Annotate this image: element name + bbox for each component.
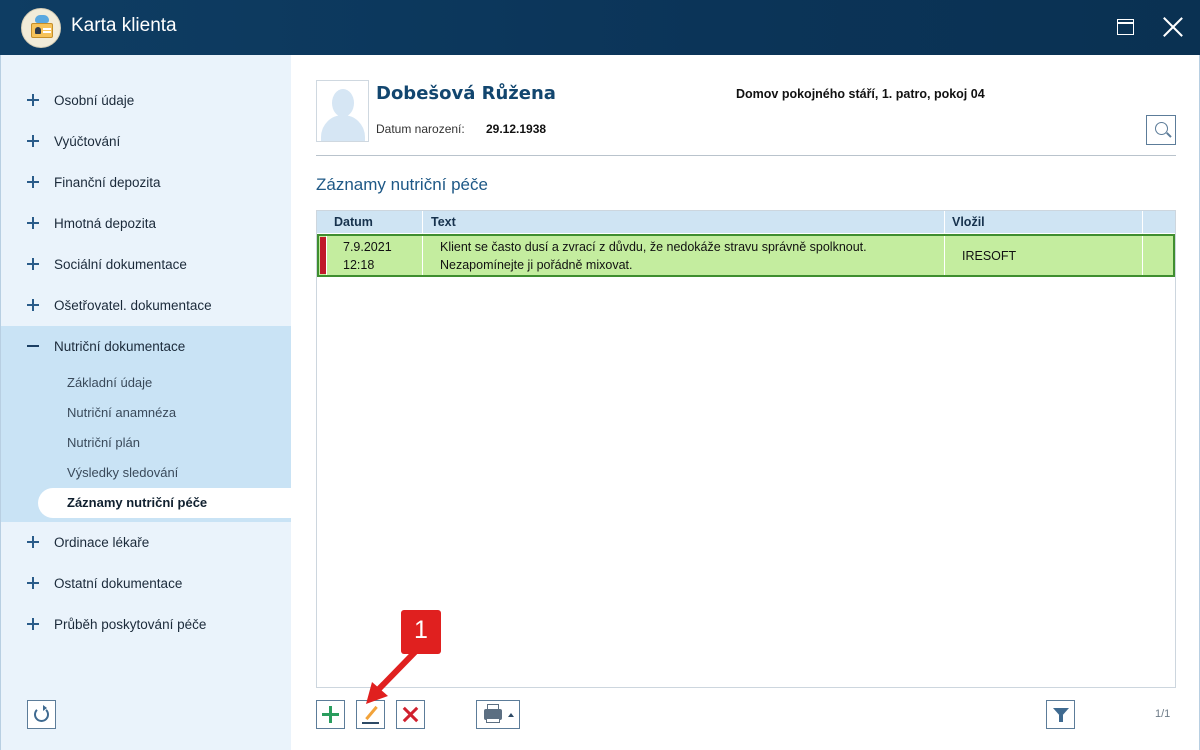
close-icon[interactable] xyxy=(1162,16,1184,38)
add-button[interactable] xyxy=(316,700,345,729)
plus-icon xyxy=(27,217,39,229)
window-title: Karta klienta xyxy=(71,15,177,36)
sidebar-item-ostatni-dokumentace[interactable]: Ostatní dokumentace xyxy=(1,564,292,604)
sidebar-item-label: Ostatní dokumentace xyxy=(54,576,183,591)
grid-header: Datum Text Vložil xyxy=(317,211,1175,233)
sidebar-item-prubeh-poskytovani-pece[interactable]: Průběh poskytování péče xyxy=(1,605,292,645)
table-row[interactable]: 7.9.2021 12:18 Klient se často dusí a zv… xyxy=(317,234,1175,277)
plus-icon xyxy=(27,135,39,147)
row-date: 7.9.2021 xyxy=(343,240,392,254)
refresh-button[interactable] xyxy=(27,700,56,729)
records-grid: Datum Text Vložil 7.9.2021 12:18 Klient … xyxy=(316,210,1176,688)
sidebar-item-label: Hmotná depozita xyxy=(54,216,157,231)
sidebar-item-label: Vyúčtování xyxy=(54,134,121,149)
divider xyxy=(316,155,1176,156)
sidebar-item-financni-depozita[interactable]: Finanční depozita xyxy=(1,163,292,203)
client-photo-placeholder xyxy=(316,80,369,142)
maximize-icon[interactable] xyxy=(1117,19,1134,35)
sidebar-item-osobni-udaje[interactable]: Osobní údaje xyxy=(1,81,292,121)
sidebar-item-nutricni-dokumentace[interactable]: Nutriční dokumentace xyxy=(1,327,292,367)
plus-icon xyxy=(27,258,39,270)
plus-icon xyxy=(27,618,39,630)
column-header-datum[interactable]: Datum xyxy=(334,211,373,233)
row-text-line1: Klient se často dusí a zvrací z důvdu, ž… xyxy=(440,240,867,254)
plus-icon xyxy=(27,577,39,589)
sidebar-subitem-vysledky-sledovani[interactable]: Výsledky sledování xyxy=(67,465,178,480)
client-location: Domov pokojného stáří, 1. patro, pokoj 0… xyxy=(736,87,985,101)
plus-icon xyxy=(27,299,39,311)
row-author: IRESOFT xyxy=(962,249,1017,263)
sidebar-subitem-nutricni-anamneza[interactable]: Nutriční anamnéza xyxy=(67,405,176,420)
sidebar-item-vyuctovani[interactable]: Vyúčtování xyxy=(1,122,292,162)
sidebar-subitem-zakladni-udaje[interactable]: Základní údaje xyxy=(67,375,152,390)
sidebar-item-hmotna-depozita[interactable]: Hmotná depozita xyxy=(1,204,292,244)
row-time: 12:18 xyxy=(343,258,375,272)
sidebar-item-label: Nutriční dokumentace xyxy=(54,339,186,354)
minus-icon xyxy=(27,340,39,352)
sidebar-item-label: Ordinace lékaře xyxy=(54,535,150,550)
plus-icon xyxy=(27,94,39,106)
column-header-vlozil[interactable]: Vložil xyxy=(952,211,985,233)
row-text-line2: Nezapomínejte ji pořádně mixovat. xyxy=(440,258,633,272)
sidebar-subitem-nutricni-plan[interactable]: Nutriční plán xyxy=(67,435,140,450)
sidebar-subitem-zaznamy-nutricni-pece[interactable]: Záznamy nutriční péče xyxy=(38,488,292,518)
sidebar-item-label: Sociální dokumentace xyxy=(54,257,187,272)
title-bar: Karta klienta xyxy=(0,0,1200,55)
sidebar-item-label: Finanční depozita xyxy=(54,175,161,190)
plus-icon xyxy=(27,536,39,548)
sidebar-subitem-label: Záznamy nutriční péče xyxy=(67,495,208,510)
filter-button[interactable] xyxy=(1046,700,1075,729)
column-header-text[interactable]: Text xyxy=(431,211,456,233)
sidebar-item-label: Ošetřovatel. dokumentace xyxy=(54,298,212,313)
print-button[interactable] xyxy=(476,700,520,729)
sidebar: Osobní údaje Vyúčtování Finanční depozit… xyxy=(0,55,292,750)
dob-label: Datum narození: xyxy=(376,122,465,136)
client-name: Dobešová Růžena xyxy=(376,83,556,104)
refresh-icon xyxy=(34,705,49,722)
dob-value: 29.12.1938 xyxy=(486,122,547,136)
sidebar-item-label: Průběh poskytování péče xyxy=(54,617,207,632)
page-indicator: 1/1 xyxy=(1155,708,1171,720)
sidebar-item-osetrovatel-dokumentace[interactable]: Ošetřovatel. dokumentace xyxy=(1,286,292,326)
sidebar-item-socialni-dokumentace[interactable]: Sociální dokumentace xyxy=(1,245,292,285)
plus-icon xyxy=(27,176,39,188)
annotation-arrow xyxy=(366,649,418,704)
sidebar-item-ordinace-lekare[interactable]: Ordinace lékaře xyxy=(1,523,292,563)
caret-up-icon xyxy=(508,713,514,717)
section-title: Záznamy nutriční péče xyxy=(316,175,488,194)
sidebar-item-label: Osobní údaje xyxy=(54,93,135,108)
client-card-icon xyxy=(21,8,61,48)
search-button[interactable] xyxy=(1146,115,1176,145)
